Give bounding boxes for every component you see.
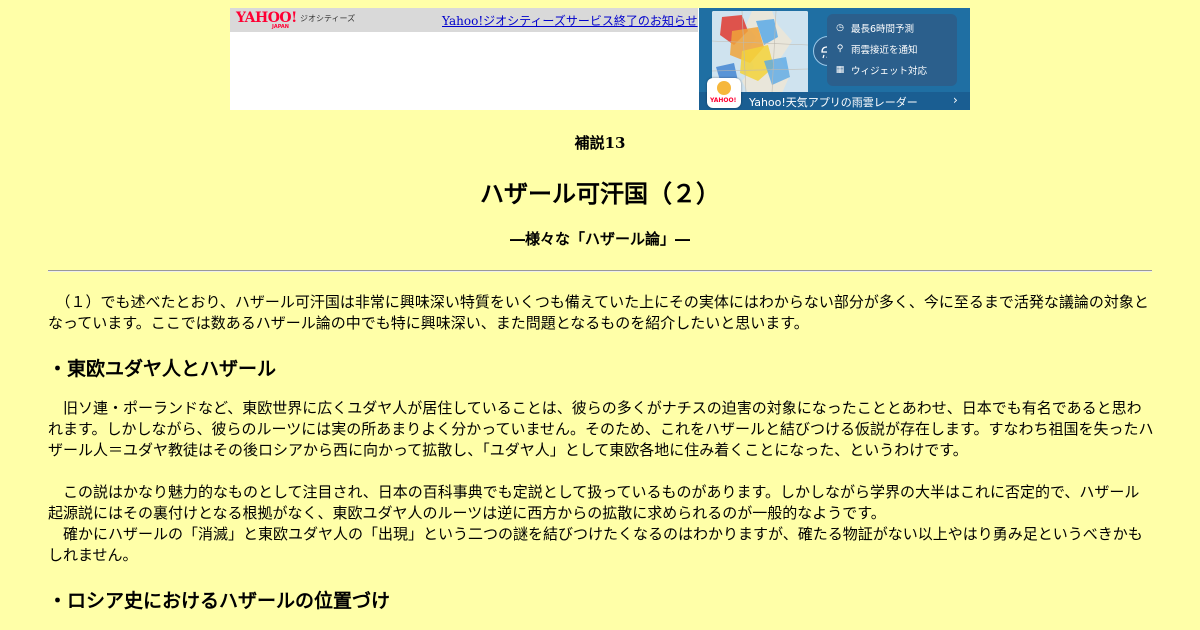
article-number: 補説13: [574, 134, 626, 152]
page-title: ハザール可汗国（２）: [480, 180, 720, 208]
ad-feature-label: 最長6時間予測: [851, 24, 915, 35]
ad-feature-widget: ▦ ウィジェット対応: [835, 62, 927, 78]
clock-icon: ◷: [836, 23, 844, 33]
section-heading-east-european-jews: ・東欧ユダヤ人とハザール: [48, 358, 277, 380]
app-icon-label: YAHOO!: [710, 97, 737, 104]
horizontal-rule: [48, 270, 1152, 272]
geocities-label: ジオシティーズ: [300, 14, 356, 23]
ad-feature-notify: ⚲ 雨雲接近を通知: [835, 41, 918, 57]
chevron-right-icon: ›: [953, 93, 958, 107]
banner-header: YAHOO! JAPAN ジオシティーズ Yahoo!ジオシティーズサービス終了…: [230, 8, 698, 32]
service-end-notice-link[interactable]: Yahoo!ジオシティーズサービス終了のお知らせ: [442, 12, 698, 29]
body-paragraph: この説はかなり魅力的なものとして注目され、日本の百科事典でも定説として扱っている…: [48, 483, 1140, 522]
banner-left: YAHOO! JAPAN ジオシティーズ Yahoo!ジオシティーズサービス終了…: [230, 8, 698, 110]
ad-feature-label: ウィジェット対応: [851, 66, 928, 77]
location-pin-icon: ⚲: [836, 44, 844, 54]
geocities-banner: YAHOO! JAPAN ジオシティーズ Yahoo!ジオシティーズサービス終了…: [230, 8, 970, 110]
page-subtitle: ―様々な「ハザール論」―: [509, 230, 690, 248]
section-heading-russian-history: ・ロシア史におけるハザールの位置づけ: [48, 590, 391, 612]
ad-cta-text: Yahoo!天気アプリの雨雲レーダー: [749, 96, 918, 109]
weather-app-ad[interactable]: ◷ 最長6時間予測 ⚲ 雨雲接近を通知 ▦ ウィジェット対応 Yahoo!天気ア…: [699, 8, 970, 110]
yahoo-logo-sub: JAPAN: [272, 24, 289, 30]
widget-grid-icon: ▦: [835, 65, 845, 75]
ad-feature-label: 雨雲接近を通知: [851, 45, 918, 56]
yahoo-logo[interactable]: YAHOO! JAPAN: [236, 10, 298, 30]
ad-feature-panel: ◷ 最長6時間予測 ⚲ 雨雲接近を通知 ▦ ウィジェット対応: [827, 14, 957, 86]
body-paragraph: 旧ソ連・ポーランドなど、東欧世界に広くユダヤ人が居住していることは、彼らの多くが…: [48, 399, 1154, 459]
weather-app-icon: YAHOO!: [707, 78, 741, 108]
body-paragraph: 確かにハザールの「消滅」と東欧ユダヤ人の「出現」という二つの謎を結びつけたくなる…: [48, 525, 1143, 564]
sun-icon: [717, 81, 731, 95]
intro-paragraph: （１）でも述べたとおり、ハザール可汗国は非常に興味深い特質をいくつも備えていた上…: [48, 293, 1149, 332]
ad-feature-forecast: ◷ 最長6時間予測: [835, 20, 914, 36]
